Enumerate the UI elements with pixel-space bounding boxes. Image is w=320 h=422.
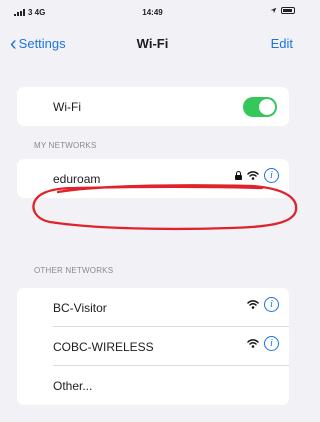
- status-right: [270, 7, 295, 14]
- my-networks-header: MY NETWORKS: [34, 141, 97, 150]
- network-row-eduroam[interactable]: eduroam i: [17, 159, 289, 198]
- network-name: BC-Visitor: [53, 300, 107, 315]
- clock: 14:49: [142, 8, 163, 17]
- info-icon[interactable]: i: [264, 336, 279, 351]
- page-title: Wi-Fi: [136, 36, 169, 51]
- network-name: COBC-WIRELESS: [53, 339, 154, 354]
- status-bar: 3 4G 14:49: [0, 0, 305, 26]
- toggle-knob: [259, 99, 275, 115]
- network-row-cobc-wireless[interactable]: COBC-WIRELESS i: [17, 327, 289, 366]
- wifi-icon: [247, 171, 259, 180]
- navigation-bar: ‹ Settings Wi-Fi Edit: [0, 26, 305, 60]
- battery-icon: [281, 7, 295, 14]
- wifi-label: Wi-Fi: [53, 99, 81, 114]
- wifi-icon: [247, 300, 259, 309]
- network-name: eduroam: [53, 171, 101, 186]
- network-row-bc-visitor[interactable]: BC-Visitor i: [17, 288, 289, 327]
- network-row-other[interactable]: Other...: [17, 366, 289, 405]
- wifi-toggle-row: Wi-Fi: [17, 87, 289, 126]
- other-networks-card: BC-Visitor i COBC-WIRELESS i Other...: [17, 288, 289, 405]
- wifi-toggle-switch[interactable]: [243, 97, 277, 117]
- info-icon[interactable]: i: [264, 297, 279, 312]
- my-networks-card: eduroam i: [17, 159, 289, 198]
- lock-icon: [235, 171, 242, 180]
- edit-button[interactable]: Edit: [271, 36, 293, 51]
- network-icons: i: [247, 297, 279, 312]
- info-icon[interactable]: i: [264, 168, 279, 183]
- network-icons: i: [235, 168, 279, 183]
- wifi-icon: [247, 339, 259, 348]
- location-arrow-icon: [270, 7, 277, 14]
- network-icons: i: [247, 336, 279, 351]
- wifi-toggle-card: Wi-Fi: [17, 87, 289, 126]
- other-networks-header: OTHER NETWORKS: [34, 266, 114, 275]
- network-name: Other...: [53, 378, 93, 393]
